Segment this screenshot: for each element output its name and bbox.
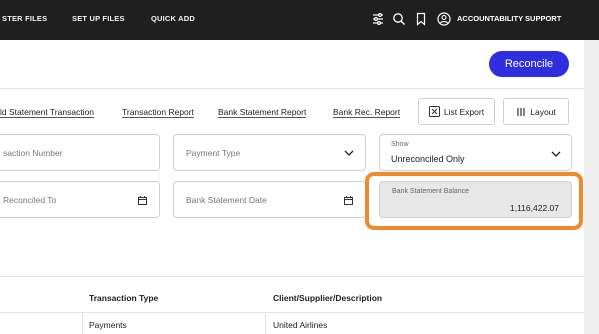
calendar-icon[interactable] — [138, 196, 147, 205]
column-header-client-supplier-description[interactable]: Client/Supplier/Description — [273, 293, 382, 303]
bank-statement-date-placeholder: Bank Statement Date — [186, 195, 267, 205]
transaction-number-placeholder: saction Number — [3, 148, 63, 158]
list-export-label: List Export — [443, 106, 485, 117]
add-statement-transaction-link[interactable]: ld Statement Transaction — [0, 107, 95, 118]
table-cell-transaction-type: Payments — [89, 320, 127, 330]
settings-sliders-icon[interactable] — [371, 12, 385, 26]
table-header-border — [0, 312, 584, 313]
show-label: Show — [391, 141, 409, 148]
payment-type-select[interactable]: Payment Type — [173, 134, 366, 171]
search-icon[interactable] — [392, 12, 406, 26]
column-divider — [82, 312, 83, 334]
bank-statement-report-link[interactable]: Bank Statement Report — [218, 107, 307, 118]
nav-quick-add[interactable]: QUICK ADD — [151, 14, 195, 23]
divider — [0, 88, 584, 89]
excel-icon — [428, 106, 440, 117]
user-circle-icon[interactable] — [437, 12, 451, 26]
column-divider — [265, 312, 266, 334]
user-menu[interactable]: ACCOUNTABILITY SUPPORT — [457, 14, 561, 23]
reconcile-button[interactable]: Reconcile — [489, 51, 569, 77]
calendar-icon[interactable] — [344, 196, 353, 205]
show-select[interactable]: Show Unreconciled Only — [379, 134, 572, 171]
layout-label: Layout — [530, 106, 556, 117]
show-value: Unreconciled Only — [391, 154, 465, 164]
chevron-down-icon — [551, 151, 561, 157]
highlight-annotation — [365, 172, 583, 230]
transaction-report-link[interactable]: Transaction Report — [122, 107, 194, 118]
layout-button[interactable]: Layout — [503, 98, 569, 125]
list-export-button[interactable]: List Export — [418, 98, 495, 125]
right-scroll-gutter — [584, 40, 599, 334]
bank-statement-date-field[interactable]: Bank Statement Date — [173, 181, 366, 218]
table-cell-description: United Airlines — [273, 320, 328, 330]
nav-master-files[interactable]: STER FILES — [2, 14, 47, 23]
bookmark-icon[interactable] — [414, 12, 428, 26]
bank-rec-report-link[interactable]: Bank Rec. Report — [333, 107, 401, 118]
payment-type-placeholder: Payment Type — [186, 148, 241, 158]
nav-set-up-files[interactable]: SET UP FILES — [72, 14, 125, 23]
reconciled-to-placeholder: Reconciled To — [3, 195, 57, 205]
top-navigation-bar: STER FILES SET UP FILES QUICK ADD ACCOUN… — [0, 0, 599, 40]
chevron-down-icon — [344, 150, 354, 156]
columns-icon — [517, 107, 525, 116]
reconciled-to-field[interactable]: Reconciled To — [0, 181, 160, 218]
transaction-number-field[interactable]: saction Number — [0, 134, 160, 171]
column-header-transaction-type[interactable]: Transaction Type — [89, 293, 158, 303]
table-top-border — [0, 276, 584, 277]
